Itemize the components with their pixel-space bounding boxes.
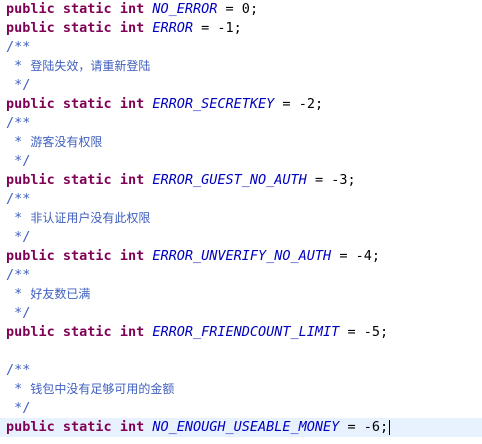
- javadoc-text: 登陆失效，请重新登陆: [30, 59, 151, 73]
- constant-name: ERROR_FRIENDCOUNT_LIMIT: [152, 324, 340, 340]
- code-line[interactable]: public static int ERROR_GUEST_NO_AUTH = …: [6, 171, 482, 190]
- keyword-int: int: [119, 248, 145, 264]
- keyword-int: int: [119, 96, 145, 112]
- assign-operator: =: [217, 1, 242, 17]
- javadoc-close[interactable]: */: [6, 228, 482, 247]
- assign-operator: =: [274, 96, 299, 112]
- keyword-public: public: [6, 248, 55, 264]
- javadoc-line[interactable]: * 非认证用户没有此权限: [6, 209, 482, 228]
- javadoc-close[interactable]: */: [6, 76, 482, 95]
- semicolon: ;: [233, 20, 242, 36]
- javadoc-open[interactable]: /**: [6, 266, 482, 285]
- keyword-int: int: [119, 172, 145, 188]
- keyword-static: static: [62, 248, 112, 264]
- code-line[interactable]: public static int ERROR_SECRETKEY = -2;: [6, 95, 482, 114]
- javadoc-line[interactable]: * 好友数已满: [6, 285, 482, 304]
- javadoc-line[interactable]: * 登陆失效，请重新登陆: [6, 57, 482, 76]
- semicolon: ;: [379, 419, 389, 435]
- constant-value: -5: [363, 324, 380, 340]
- keyword-int: int: [119, 1, 145, 17]
- javadoc-line[interactable]: * 游客没有权限: [6, 133, 482, 152]
- semicolon: ;: [379, 324, 389, 340]
- javadoc-close[interactable]: */: [6, 152, 482, 171]
- semicolon: ;: [371, 248, 380, 264]
- code-line[interactable]: public static int ERROR_FRIENDCOUNT_LIMI…: [6, 323, 482, 342]
- assign-operator: =: [306, 172, 332, 188]
- keyword-static: static: [62, 419, 112, 435]
- javadoc-text: 非认证用户没有此权限: [30, 211, 151, 225]
- code-line[interactable]: public static int ERROR_UNVERIFY_NO_AUTH…: [6, 247, 482, 266]
- semicolon: ;: [249, 1, 259, 17]
- javadoc-star: *: [6, 210, 23, 226]
- constant-name: ERROR_GUEST_NO_AUTH: [152, 172, 307, 188]
- javadoc-text: 好友数已满: [30, 287, 91, 301]
- constant-value: -4: [355, 248, 372, 264]
- current-code-line[interactable]: public static int NO_ENOUGH_USEABLE_MONE…: [0, 418, 482, 437]
- javadoc-open[interactable]: /**: [6, 114, 482, 133]
- constant-value: 0: [241, 1, 250, 17]
- keyword-public: public: [6, 1, 55, 17]
- javadoc-star: *: [6, 381, 23, 397]
- constant-value: -6: [363, 419, 380, 435]
- javadoc-close[interactable]: */: [6, 304, 482, 323]
- javadoc-text: 钱包中没有足够可用的金额: [30, 382, 175, 396]
- keyword-static: static: [62, 1, 112, 17]
- assign-operator: =: [193, 20, 218, 36]
- keyword-static: static: [62, 172, 112, 188]
- constant-name: ERROR_SECRETKEY: [152, 96, 275, 112]
- constant-value: -3: [331, 172, 348, 188]
- semicolon: ;: [347, 172, 356, 188]
- javadoc-star: *: [6, 134, 23, 150]
- code-line[interactable]: public static int NO_ERROR = 0;: [6, 0, 482, 19]
- keyword-public: public: [6, 419, 55, 435]
- constant-name: ERROR: [152, 20, 194, 36]
- assign-operator: =: [339, 324, 364, 340]
- javadoc-line[interactable]: * 钱包中没有足够可用的金额: [6, 380, 482, 399]
- javadoc-open[interactable]: /**: [6, 190, 482, 209]
- keyword-static: static: [62, 324, 112, 340]
- keyword-static: static: [62, 20, 112, 36]
- javadoc-open[interactable]: /**: [6, 38, 482, 57]
- assign-operator: =: [331, 248, 356, 264]
- constant-name: NO_ENOUGH_USEABLE_MONEY: [152, 419, 340, 435]
- text-cursor: [389, 419, 391, 435]
- semicolon: ;: [314, 96, 324, 112]
- code-line[interactable]: public static int ERROR = -1;: [6, 19, 482, 38]
- keyword-public: public: [6, 172, 55, 188]
- constant-value: -1: [217, 20, 234, 36]
- keyword-public: public: [6, 324, 55, 340]
- keyword-int: int: [119, 20, 145, 36]
- constant-value: -2: [298, 96, 315, 112]
- keyword-static: static: [62, 96, 112, 112]
- javadoc-star: *: [6, 58, 23, 74]
- keyword-int: int: [119, 324, 145, 340]
- javadoc-star: *: [6, 286, 23, 302]
- javadoc-open[interactable]: /**: [6, 361, 482, 380]
- javadoc-close[interactable]: */: [6, 399, 482, 418]
- keyword-int: int: [119, 419, 145, 435]
- keyword-public: public: [6, 96, 55, 112]
- code-editor[interactable]: public static int NO_ERROR = 0; public s…: [0, 0, 482, 444]
- assign-operator: =: [339, 419, 364, 435]
- javadoc-text: 游客没有权限: [30, 135, 103, 149]
- constant-name: ERROR_UNVERIFY_NO_AUTH: [152, 248, 332, 264]
- constant-name: NO_ERROR: [152, 1, 218, 17]
- keyword-public: public: [6, 20, 55, 36]
